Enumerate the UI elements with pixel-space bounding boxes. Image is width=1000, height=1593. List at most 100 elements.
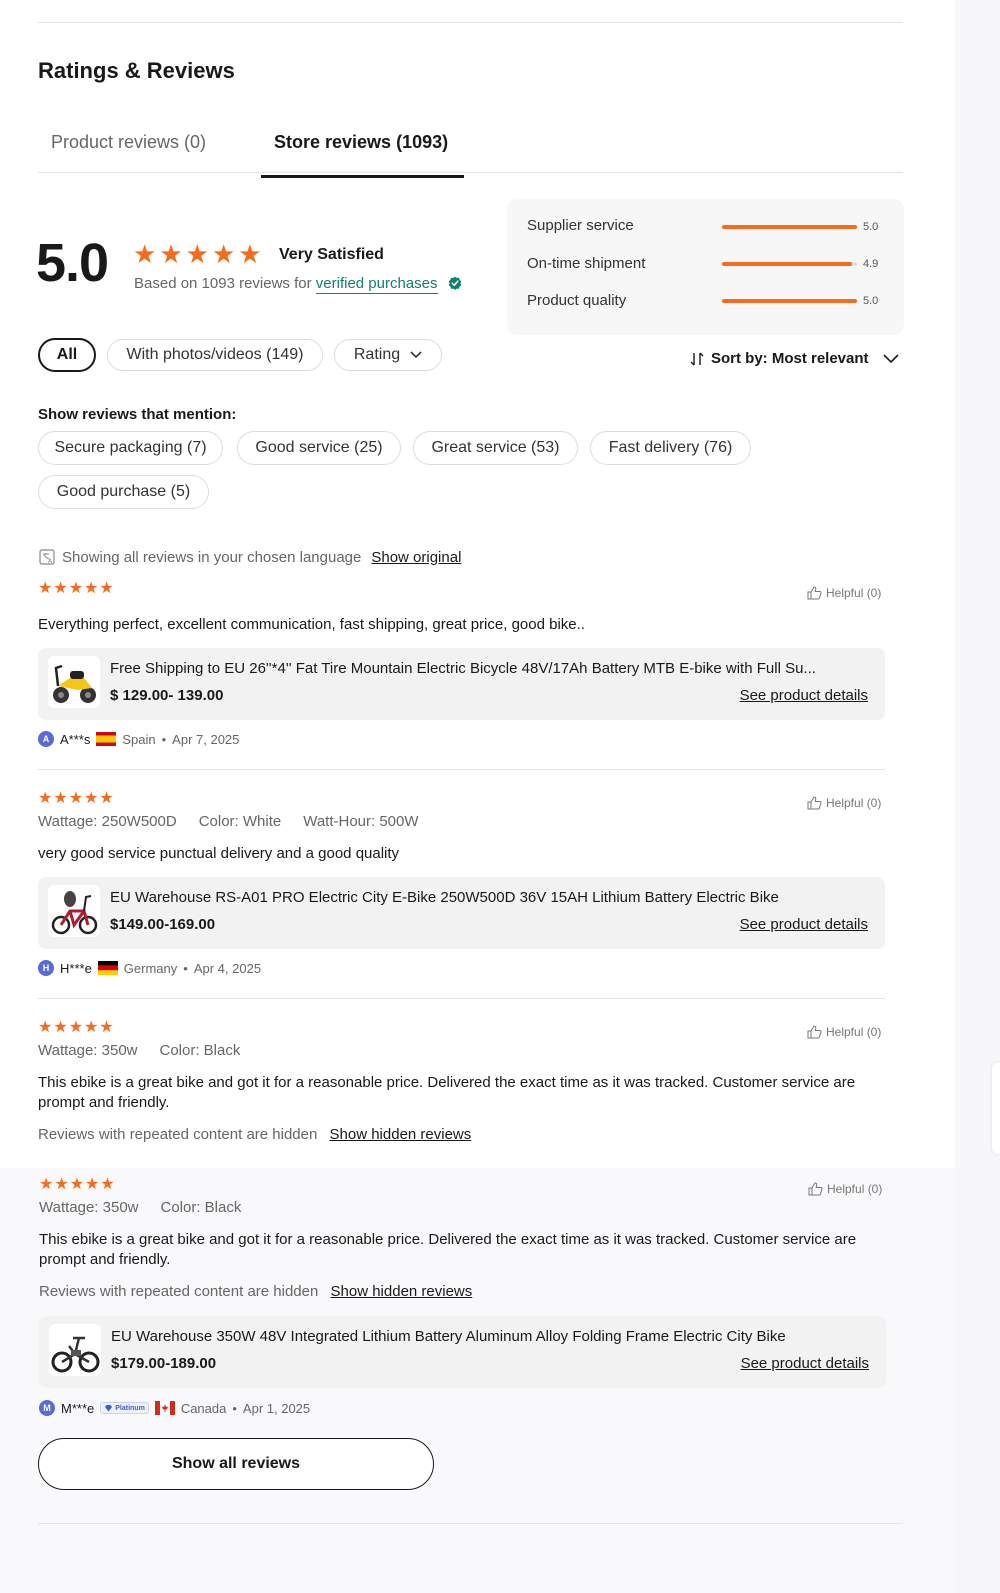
side-panel-tab[interactable] [992,1062,1000,1154]
star-icon: ★ [99,1019,114,1036]
review-text: This ebike is a great bike and got it fo… [39,1231,857,1268]
thumbs-up-icon [808,1182,823,1196]
mention-tag[interactable]: Fast delivery (76) [590,431,751,465]
review-attributes: Wattage: 250W500D Color: White Watt-Hour… [38,813,419,830]
product-thumbnail[interactable] [48,885,100,937]
see-product-details-link[interactable]: See product details [740,916,868,933]
review-text: Everything perfect, excellent communicat… [38,616,585,633]
product-price: $149.00-169.00 [110,916,216,933]
metric-supplier-service: Supplier service [527,217,634,234]
star-icon: ★ [84,580,99,597]
product-card[interactable]: EU Warehouse RS-A01 PRO Electric City E-… [38,877,885,949]
star-icon: ★ [38,1019,53,1036]
satisfaction-label: Very Satisfied [279,246,384,263]
hidden-note-text: Reviews with repeated content are hidden [38,1126,318,1143]
star-icon: ★ [53,1019,68,1036]
tab-store-reviews[interactable]: Store reviews (1093) [274,132,448,153]
product-price: $ 129.00- 139.00 [110,687,224,704]
folding-bike-image [51,1336,100,1373]
star-icon: ★ [133,239,157,269]
mention-tag[interactable]: Secure packaging (7) [38,431,223,465]
reviewer-name: M***e [61,1400,95,1416]
star-icon: ★ [185,239,209,269]
thumbs-up-icon [807,586,822,600]
reviewer-info: A A***s Spain • Apr 7, 2025 [38,731,239,747]
spain-flag-icon [96,732,117,746]
review-stars: ★ ★ ★ ★ ★ [38,1020,114,1036]
thumbs-up-icon [807,796,822,810]
metric-on-time-shipment: On-time shipment [527,255,646,272]
rating-breakdown: Supplier service 5.0 On-time shipment 4.… [507,199,904,335]
helpful-button[interactable]: Helpful (0) [807,796,881,810]
reviewer-name: A***s [60,731,91,747]
mention-tag[interactable]: Good purchase (5) [38,475,209,509]
review-stars: ★ ★ ★ ★ ★ [39,1177,115,1193]
product-title: EU Warehouse 350W 48V Integrated Lithium… [111,1328,786,1345]
helpful-button[interactable]: Helpful (0) [807,1025,881,1039]
see-product-details-link[interactable]: See product details [741,1355,869,1372]
product-thumbnail[interactable] [48,656,100,708]
dot-separator: • [232,1400,237,1416]
filter-rating-dropdown[interactable]: Rating [334,339,442,371]
see-product-details-link[interactable]: See product details [740,687,868,704]
show-all-reviews-button[interactable]: Show all reviews [38,1438,434,1490]
star-icon: ★ [53,790,68,807]
show-original-link[interactable]: Show original [371,549,461,566]
attr-wattage: Wattage: 350w [38,1042,138,1059]
attr-wattage: Wattage: 250W500D [38,813,177,830]
sort-icon [690,352,704,365]
reviewer-info: H H***e Germany • Apr 4, 2025 [38,960,261,976]
metric-bar [722,299,857,303]
star-icon: ★ [68,580,84,597]
helpful-button[interactable]: Helpful (0) [807,586,881,600]
reviews-section: Ratings & Reviews Product reviews (0) St… [0,0,955,1593]
mention-tag[interactable]: Great service (53) [413,431,578,465]
chevron-down-icon [882,353,899,363]
review-divider [38,769,885,770]
section-title: Ratings & Reviews [38,58,235,83]
filter-photos-videos[interactable]: With photos/videos (149) [107,339,323,371]
product-card[interactable]: EU Warehouse 350W 48V Integrated Lithium… [39,1316,886,1388]
review-date: Apr 4, 2025 [193,960,262,976]
hidden-note-text: Reviews with repeated content are hidden [39,1283,319,1300]
star-icon: ★ [100,1176,115,1193]
filter-all[interactable]: All [38,338,96,372]
reviewer-name: H***e [60,960,92,976]
translate-icon: A [39,549,55,565]
attr-color: Color: White [198,813,282,830]
dot-separator: • [161,731,167,747]
sort-dropdown[interactable]: Sort by: Most relevant [689,350,899,367]
badge-label: Platinum [115,1404,145,1412]
review-stars: ★ ★ ★ ★ ★ [38,581,114,597]
reviewer-country: Canada [180,1400,227,1416]
star-icon: ★ [85,1176,100,1193]
verified-purchases-link[interactable]: verified purchases [315,275,438,294]
mention-tag[interactable]: Good service (25) [237,431,401,465]
review-divider [38,998,885,999]
reviewer-info: M M***e Platinum Canada • Apr 1, 2025 [39,1400,310,1416]
avatar: A [38,731,54,747]
review-date: Apr 7, 2025 [172,731,240,747]
metric-bar [722,262,852,266]
overall-stars: ★ ★ ★ ★ ★ [133,241,262,267]
thumbs-up-icon [807,1025,822,1039]
star-icon: ★ [84,790,99,807]
attr-color: Color: Black [160,1199,242,1216]
verified-badge-icon [448,276,461,290]
tab-product-reviews[interactable]: Product reviews (0) [51,132,206,153]
mentions-label: Show reviews that mention: [38,406,237,423]
show-hidden-reviews-link[interactable]: Show hidden reviews [331,1283,473,1300]
star-icon: ★ [53,580,68,597]
product-thumbnail[interactable] [49,1324,101,1376]
helpful-button[interactable]: Helpful (0) [808,1182,882,1196]
based-prefix: Based on 1093 reviews for [134,275,312,292]
metric-bar [722,225,857,229]
sort-label: Sort by: Most relevant [711,350,869,367]
scooter-image [53,664,96,703]
product-card[interactable]: Free Shipping to EU 26''*4'' Fat Tire Mo… [38,648,885,720]
show-hidden-reviews-link[interactable]: Show hidden reviews [330,1126,472,1143]
platinum-badge: Platinum [100,1402,149,1414]
review-stars: ★ ★ ★ ★ ★ [38,791,114,807]
chevron-down-icon [410,351,422,359]
helpful-count: Helpful (0) [826,586,882,600]
